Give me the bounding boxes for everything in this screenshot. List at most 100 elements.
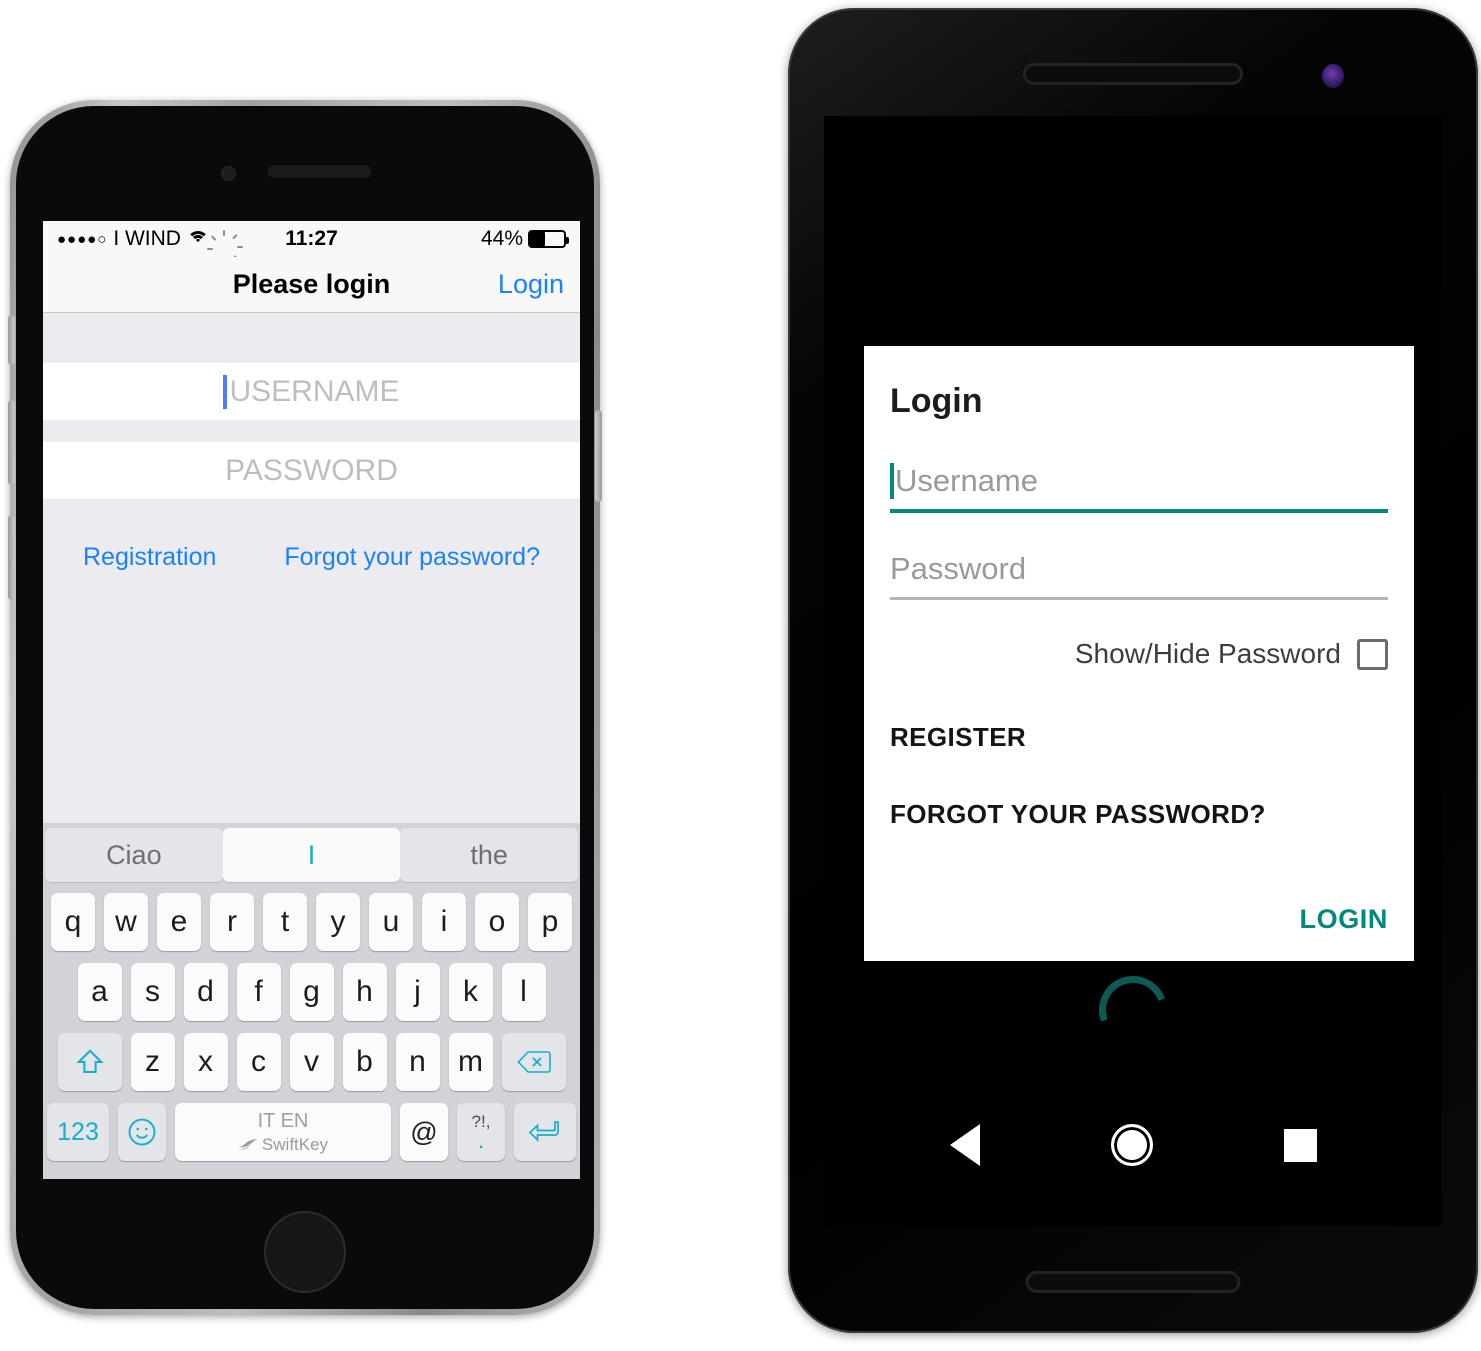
earpiece-speaker <box>267 164 372 178</box>
key-a[interactable]: a <box>77 963 122 1021</box>
username-placeholder: USERNAME <box>229 374 400 408</box>
key-t[interactable]: t <box>263 893 307 951</box>
key-e[interactable]: e <box>157 893 201 951</box>
username-field[interactable]: Username <box>890 463 1388 513</box>
home-button[interactable] <box>264 1211 346 1293</box>
dialog-actions: LOGIN <box>890 876 1388 935</box>
key-b[interactable]: b <box>342 1033 387 1091</box>
key-w[interactable]: w <box>104 893 148 951</box>
ios-form-body: USERNAME PASSWORD Registration Forgot yo… <box>43 313 580 572</box>
return-arrow-icon[interactable] <box>514 1103 576 1161</box>
key-d[interactable]: d <box>183 963 228 1021</box>
login-button[interactable]: LOGIN <box>1300 904 1389 935</box>
login-nav-button[interactable]: Login <box>498 269 564 300</box>
bottom-speaker <box>1025 1271 1241 1293</box>
show-hide-password-checkbox[interactable] <box>1357 638 1388 670</box>
password-placeholder: Password <box>890 551 1027 586</box>
password-placeholder: PASSWORD <box>225 453 398 487</box>
username-placeholder: Username <box>895 463 1038 498</box>
key-i[interactable]: i <box>422 893 466 951</box>
android-device: Login Username Password Show/Hide Passwo… <box>788 8 1478 1333</box>
page-title: Please login <box>232 269 391 299</box>
key-v[interactable]: v <box>289 1033 334 1091</box>
forgot-password-button[interactable]: FORGOT YOUR PASSWORD? <box>890 799 1388 830</box>
key-z[interactable]: z <box>130 1033 175 1091</box>
key-p[interactable]: p <box>528 893 572 951</box>
power-button[interactable] <box>595 410 602 502</box>
front-camera-icon <box>1322 64 1344 88</box>
volume-up-button[interactable] <box>8 400 15 485</box>
volume-down-button[interactable] <box>8 515 15 600</box>
keyboard-row-1: q w e r t y u i o p <box>43 887 580 957</box>
punctuation-key[interactable]: ?!, . <box>457 1103 505 1161</box>
punct-bottom-label: . <box>477 1127 485 1153</box>
key-o[interactable]: o <box>475 893 519 951</box>
key-x[interactable]: x <box>183 1033 228 1091</box>
numeric-key[interactable]: 123 <box>47 1103 109 1161</box>
username-underline <box>890 509 1388 513</box>
iphone-device: ●●●●○ I WIND 11:27 44% Please login Logi… <box>8 100 602 1315</box>
home-circle-icon[interactable] <box>1110 1124 1153 1166</box>
password-input[interactable]: Password <box>890 551 1388 597</box>
key-m[interactable]: m <box>448 1033 493 1091</box>
key-s[interactable]: s <box>130 963 175 1021</box>
recents-square-icon[interactable] <box>1283 1128 1317 1162</box>
key-n[interactable]: n <box>395 1033 440 1091</box>
battery-icon <box>528 230 569 248</box>
swiftkey-logo-icon <box>238 1139 257 1150</box>
password-field[interactable]: PASSWORD <box>43 442 580 499</box>
prediction-candidate-2[interactable]: I <box>222 828 401 882</box>
android-screen: Login Username Password Show/Hide Passwo… <box>824 116 1442 1226</box>
prediction-candidate-3[interactable]: the <box>400 828 579 882</box>
iphone-bezel: ●●●●○ I WIND 11:27 44% Please login Logi… <box>16 106 594 1309</box>
backspace-icon[interactable] <box>501 1033 566 1091</box>
smiley-icon[interactable] <box>118 1103 166 1161</box>
show-hide-password-row[interactable]: Show/Hide Password <box>890 638 1388 670</box>
prediction-bar: Ciao I the <box>43 823 580 887</box>
keyboard-row-4: 123 IT EN SwiftKey @ ?!, . <box>43 1097 580 1167</box>
key-g[interactable]: g <box>289 963 334 1021</box>
forgot-password-link[interactable]: Forgot your password? <box>284 543 540 572</box>
top-spacer <box>43 313 580 363</box>
back-triangle-icon[interactable] <box>949 1124 980 1166</box>
password-field[interactable]: Password <box>890 551 1388 600</box>
space-key[interactable]: IT EN SwiftKey <box>175 1103 391 1161</box>
keyboard-language-label: IT EN <box>257 1109 309 1132</box>
username-field[interactable]: USERNAME <box>43 363 580 420</box>
key-c[interactable]: c <box>236 1033 281 1091</box>
key-l[interactable]: l <box>501 963 546 1021</box>
earpiece-speaker <box>1023 63 1243 85</box>
text-caret <box>890 463 894 499</box>
shift-arrow-icon[interactable] <box>57 1033 122 1091</box>
keyboard-row-3: z x c v b n m <box>43 1027 580 1097</box>
at-key[interactable]: @ <box>400 1103 448 1161</box>
key-k[interactable]: k <box>448 963 493 1021</box>
key-h[interactable]: h <box>342 963 387 1021</box>
key-j[interactable]: j <box>395 963 440 1021</box>
ios-status-bar: ●●●●○ I WIND 11:27 44% <box>43 221 580 266</box>
ios-links-row: Registration Forgot your password? <box>43 499 580 572</box>
dialog-title: Login <box>890 382 983 420</box>
front-camera-icon <box>221 166 236 181</box>
prediction-candidate-1[interactable]: Ciao <box>45 828 223 882</box>
ios-keyboard: Ciao I the q w e r t y u i o p a s d f g… <box>43 823 580 1179</box>
login-dialog: Login Username Password Show/Hide Passwo… <box>864 346 1414 961</box>
keyboard-bottom-pad <box>43 1167 580 1179</box>
key-y[interactable]: y <box>316 893 360 951</box>
register-button[interactable]: REGISTER <box>890 722 1388 753</box>
password-underline <box>890 597 1388 600</box>
punct-top-label: ?!, <box>471 1111 491 1131</box>
registration-link[interactable]: Registration <box>83 543 216 572</box>
swiftkey-label: SwiftKey <box>261 1134 329 1154</box>
ios-nav-bar: Please login Login <box>43 257 580 313</box>
key-q[interactable]: q <box>51 893 95 951</box>
field-spacer <box>43 420 580 442</box>
swiftkey-brand: SwiftKey <box>238 1135 328 1155</box>
key-r[interactable]: r <box>210 893 254 951</box>
key-f[interactable]: f <box>236 963 281 1021</box>
username-input[interactable]: Username <box>890 463 1388 509</box>
ringer-switch[interactable] <box>8 315 15 365</box>
key-u[interactable]: u <box>369 893 413 951</box>
screenshot-stage: ●●●●○ I WIND 11:27 44% Please login Logi… <box>0 0 1481 1351</box>
keyboard-row-2: a s d f g h j k l <box>43 957 580 1027</box>
